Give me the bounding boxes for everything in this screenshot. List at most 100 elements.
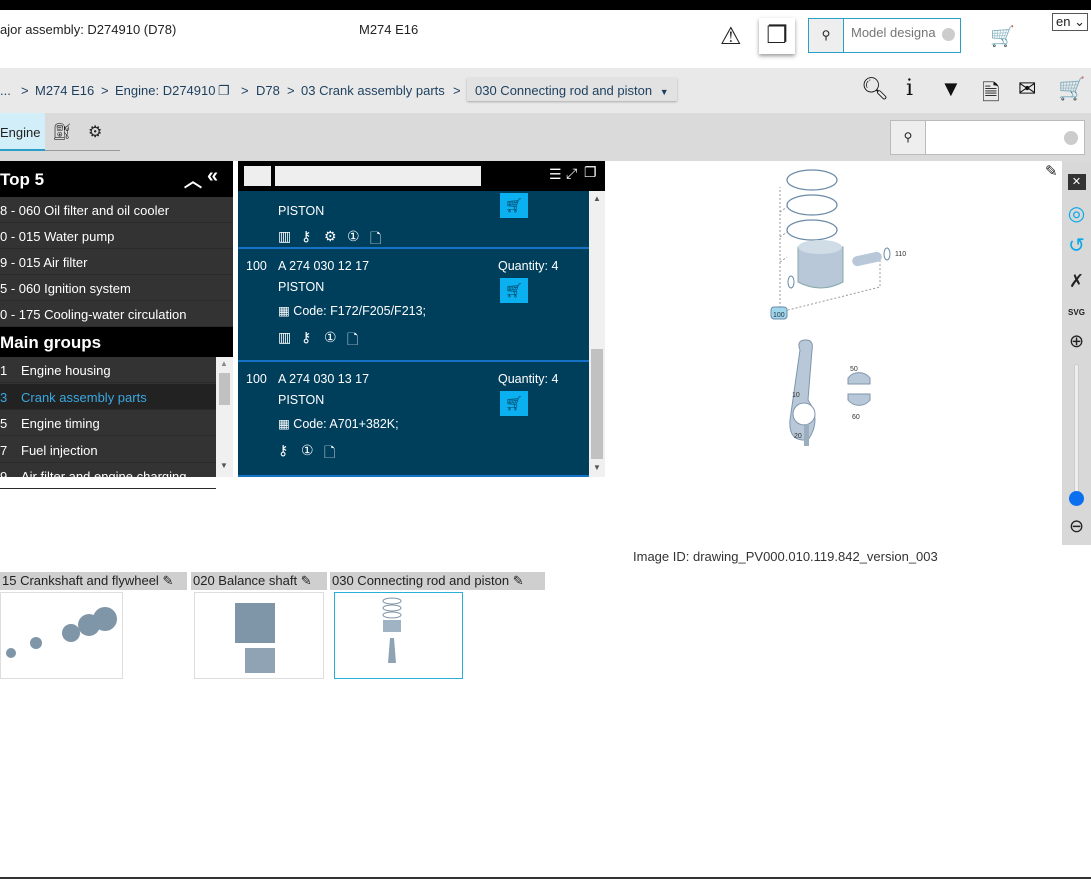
part-search-input[interactable] (931, 127, 1061, 142)
breadcrumb-item[interactable]: M274 E16 (35, 83, 94, 98)
info-circle-icon[interactable]: ① (301, 442, 314, 459)
breadcrumb-item[interactable]: Engine: D274910 (115, 83, 215, 98)
zoom-slider-handle[interactable] (1069, 491, 1084, 506)
top5-header: Top 5 ︿ « (0, 161, 233, 197)
thumbnail-connecting-rod[interactable] (334, 592, 463, 679)
wis-doc-icon[interactable]: 🗋 (347, 329, 358, 353)
tools-icon[interactable]: ⚙ (88, 122, 102, 142)
expand-icon[interactable]: ⤢ (566, 165, 577, 182)
model-search-input[interactable] (851, 25, 941, 40)
copy-button[interactable]: ❐ (759, 18, 795, 54)
cart-icon[interactable]: 🛒 (1058, 76, 1085, 102)
main-group-item[interactable]: 5 Engine timing (0, 410, 216, 436)
top5-item[interactable]: 5 - 060 Ignition system (0, 275, 233, 301)
chevron-up-icon[interactable]: ︿ (184, 167, 202, 193)
grid-icon: ▦ (278, 304, 290, 318)
top5-item[interactable]: 0 - 015 Water pump (0, 223, 233, 249)
tool-icon[interactable]: ⚙ (324, 228, 337, 245)
paint-icon[interactable]: ⛽︎ (52, 122, 72, 142)
main-group-item[interactable]: 9 Air filter and engine charging (0, 463, 216, 489)
filter-field[interactable] (244, 166, 271, 186)
copy-icon[interactable]: ❐ (218, 83, 230, 99)
thumbnail-balance-shaft[interactable] (194, 592, 324, 679)
callout-100[interactable]: 100 (773, 312, 785, 319)
top5-item[interactable]: 8 - 060 Oil filter and oil cooler (0, 197, 233, 223)
cart-add-icon[interactable]: 🛒 (990, 24, 1015, 49)
part-row[interactable]: 100 A 274 030 12 17 PISTON ▦ Code: F172/F20… (238, 249, 589, 362)
copy-icon[interactable]: ❐ (584, 164, 597, 181)
edit-icon[interactable]: ✎ (301, 573, 312, 588)
wis-doc-icon[interactable]: 🗋 (324, 442, 335, 466)
factory-icon[interactable]: ▥ (278, 329, 291, 346)
main-group-item[interactable]: 1 Engine housing (0, 357, 216, 383)
parts-list-toolbar: ☰ ⤢ ❐ (238, 161, 605, 191)
thumbnail-label[interactable]: 030 Connecting rod and piston ✎ (330, 572, 545, 590)
thumbnail-label[interactable]: 020 Balance shaft ✎ (191, 572, 327, 590)
top5-item[interactable]: 0 - 175 Cooling-water circulation (0, 301, 233, 327)
key-icon[interactable]: ⚷ (278, 442, 288, 459)
part-row[interactable]: 100 A 274 030 13 17 PISTON ▦ Code: A701+382… (238, 362, 589, 477)
search-icon[interactable]: ⚲ (891, 121, 926, 154)
navigation-panel: Top 5 ︿ « 8 - 060 Oil filter and oil coo… (0, 161, 233, 489)
key-icon[interactable]: ⚷ (301, 329, 311, 346)
part-number[interactable]: A 274 030 13 17 (278, 372, 369, 386)
svg-download-icon[interactable]: SVG (1062, 303, 1091, 317)
edit-icon[interactable]: ✎ (1045, 162, 1058, 180)
top5-item[interactable]: 9 - 015 Air filter (0, 249, 233, 275)
model-search[interactable]: ⚲ (808, 18, 961, 53)
edit-icon[interactable]: ✎ (162, 573, 173, 588)
scrollbar[interactable]: ▲ ▼ (589, 191, 605, 477)
info-circle-icon[interactable]: ① (347, 228, 360, 245)
info-icon[interactable]: i (906, 76, 913, 101)
tab-engine[interactable]: Engine (0, 113, 45, 151)
breadcrumb-item[interactable]: 03 Crank assembly parts (301, 83, 445, 98)
breadcrumb-item[interactable]: D78 (256, 83, 280, 98)
filter-icon[interactable]: ▼ (940, 76, 962, 102)
subgroup-dropdown[interactable]: 030 Connecting rod and piston ▼ (467, 78, 677, 101)
language-select[interactable]: en ⌄ (1052, 13, 1088, 31)
scrollbar[interactable]: ▲ ▼ (216, 357, 233, 477)
main-group-item[interactable]: 3 Crank assembly parts (0, 383, 216, 410)
clear-icon[interactable] (1064, 131, 1078, 145)
part-row[interactable]: PISTON ▥ ⚷ ⚙ ① 🗋 🛒︎ (238, 191, 589, 249)
callout-10[interactable]: 10 (792, 392, 800, 399)
callout-60[interactable]: 60 (852, 414, 860, 421)
info-circle-icon[interactable]: ① (324, 329, 337, 346)
add-to-cart-button[interactable]: 🛒︎ (500, 193, 528, 218)
zoom-search-icon[interactable]: 🔍︎ (861, 76, 889, 102)
part-number[interactable]: A 274 030 12 17 (278, 259, 369, 273)
thumbnail-label[interactable]: 15 Crankshaft and flywheel ✎ (0, 572, 187, 590)
warning-icon[interactable]: ⚠ (720, 22, 742, 51)
cart-icon: 🛒︎ (505, 197, 523, 213)
history-icon[interactable]: ↺ (1062, 233, 1091, 258)
search-icon[interactable]: ⚲ (809, 19, 844, 52)
key-icon[interactable]: ⚷ (301, 228, 311, 245)
callout-50[interactable]: 50 (850, 366, 858, 373)
close-window-icon[interactable]: ✕ (1067, 174, 1086, 190)
callout-20[interactable]: 20 (794, 433, 802, 440)
add-to-cart-button[interactable]: 🛒︎ (500, 391, 528, 416)
target-icon[interactable]: ◎ (1062, 201, 1091, 226)
thumbnail-crankshaft[interactable] (0, 592, 123, 679)
zoom-in-icon[interactable]: ⊕ (1062, 331, 1091, 352)
list-icon[interactable]: ☰ (549, 166, 562, 183)
zoom-slider[interactable] (1074, 364, 1079, 504)
factory-icon[interactable]: ▥ (278, 228, 291, 245)
document-alert-icon[interactable]: 🗎 (982, 76, 1000, 114)
model-label: M274 E16 (359, 22, 419, 37)
main-group-item[interactable]: 7 Fuel injection (0, 437, 216, 463)
part-name: PISTON (278, 280, 325, 294)
zoom-out-icon[interactable]: ⊖ (1062, 516, 1091, 537)
part-search[interactable]: ⚲ (890, 120, 1085, 155)
unpin-icon[interactable]: ✗ (1062, 271, 1091, 292)
callout-110[interactable]: 110 (895, 251, 906, 258)
add-to-cart-button[interactable]: 🛒︎ (500, 278, 528, 303)
edit-icon[interactable]: ✎ (513, 573, 524, 588)
clear-icon[interactable] (942, 28, 955, 41)
part-name: PISTON (278, 393, 325, 407)
mail-icon[interactable]: ✉ (1018, 76, 1036, 102)
collapse-icon[interactable]: « (207, 165, 218, 188)
exploded-drawing[interactable]: 100 110 50 10 60 20 (760, 162, 940, 462)
filter-input[interactable] (275, 166, 481, 186)
breadcrumb-item[interactable]: ... (0, 83, 11, 98)
